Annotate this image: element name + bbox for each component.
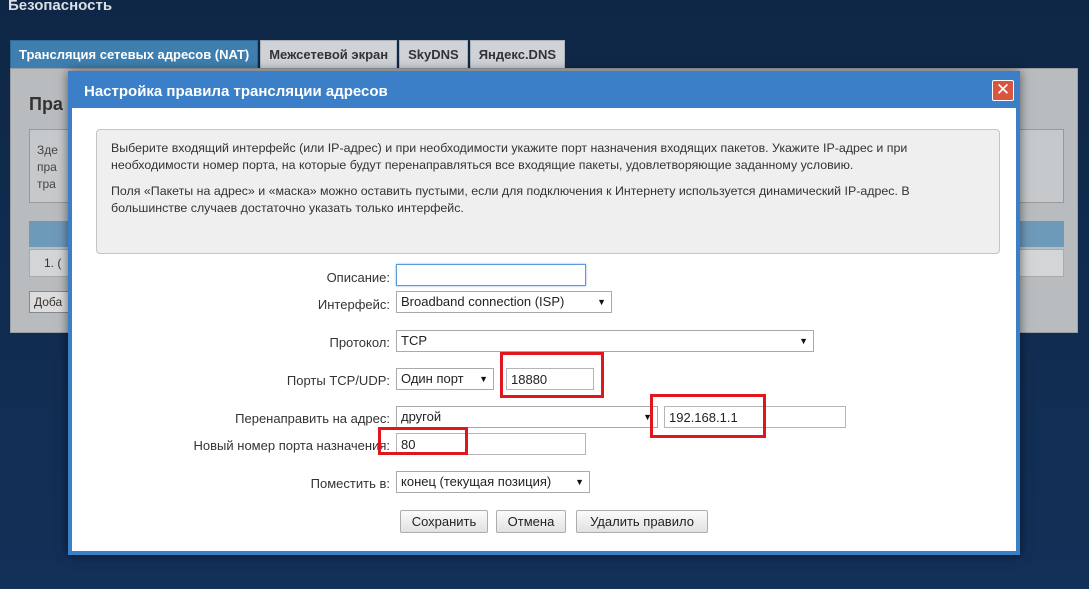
background-text-line: Зде [37, 143, 58, 157]
tab-firewall[interactable]: Межсетевой экран [260, 40, 398, 68]
protocol-select-value: TCP [401, 333, 427, 348]
chevron-down-icon: ▼ [479, 374, 488, 384]
add-rule-button[interactable]: Доба [29, 291, 73, 313]
place-select[interactable]: конец (текущая позиция) ▼ [396, 471, 590, 493]
cancel-button[interactable]: Отмена [496, 510, 566, 533]
background-text-line: тра [37, 177, 56, 191]
dialog-title-text: Настройка правила трансляции адресов [84, 83, 388, 100]
tab-skydns[interactable]: SkyDNS [399, 40, 468, 68]
page-title: Безопасность [8, 0, 113, 14]
tab-bar: Трансляция сетевых адресов (NAT) Межсете… [10, 40, 567, 68]
nat-rule-dialog: Настройка правила трансляции адресов ✕ В… [68, 71, 1020, 555]
interface-select-value: Broadband connection (ISP) [401, 294, 565, 309]
protocol-select[interactable]: TCP ▼ [396, 330, 814, 352]
highlight-box-new-port [378, 427, 468, 455]
tab-yandex-dns[interactable]: Яндекс.DNS [469, 40, 566, 68]
background-heading: Пра [29, 94, 63, 114]
row-number: 1. ( [44, 256, 62, 270]
description-input[interactable] [396, 264, 586, 286]
redirect-mode-select[interactable]: другой ▼ [396, 406, 658, 428]
info-paragraph-2: Поля «Пакеты на адрес» и «маска» можно о… [111, 184, 910, 215]
ports-mode-select[interactable]: Один порт ▼ [396, 368, 494, 390]
redirect-mode-value: другой [401, 409, 442, 424]
redirect-label: Перенаправить на адрес: [235, 411, 390, 426]
close-icon[interactable]: ✕ [992, 80, 1014, 101]
save-button[interactable]: Сохранить [400, 510, 488, 533]
info-box: Выберите входящий интерфейс (или IP-адре… [96, 129, 1000, 254]
chevron-down-icon: ▼ [799, 336, 808, 346]
new-port-label: Новый номер порта назначения: [193, 438, 390, 453]
interface-select[interactable]: Broadband connection (ISP) ▼ [396, 291, 612, 313]
info-paragraph-1: Выберите входящий интерфейс (или IP-адре… [111, 141, 908, 172]
ports-mode-value: Один порт [401, 371, 464, 386]
place-select-value: конец (текущая позиция) [401, 474, 552, 489]
highlight-box-port [500, 352, 604, 398]
dialog-title: Настройка правила трансляции адресов ✕ [72, 75, 1016, 108]
chevron-down-icon: ▼ [597, 297, 606, 307]
description-label: Описание: [326, 270, 390, 285]
delete-rule-button[interactable]: Удалить правило [576, 510, 708, 533]
interface-label: Интерфейс: [317, 297, 390, 312]
chevron-down-icon: ▼ [575, 477, 584, 487]
background-text-line: пра [37, 160, 57, 174]
place-label: Поместить в: [310, 476, 390, 491]
highlight-box-ip [650, 394, 766, 438]
ports-label: Порты TCP/UDP: [286, 373, 390, 388]
protocol-label: Протокол: [329, 335, 390, 350]
tab-nat[interactable]: Трансляция сетевых адресов (NAT) [10, 40, 259, 68]
